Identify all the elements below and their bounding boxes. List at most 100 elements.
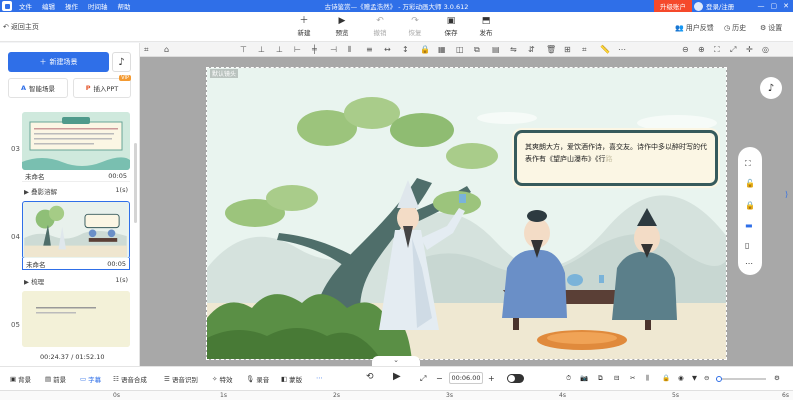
unlock-icon[interactable]: 🔒 xyxy=(745,201,755,210)
flip-icon[interactable]: ⇋ xyxy=(510,45,517,54)
align-bottom-icon[interactable]: ⊥ xyxy=(276,45,283,54)
time-input[interactable]: 00:06.00 xyxy=(449,372,483,384)
toggle-switch[interactable] xyxy=(507,374,524,383)
subtitle-button[interactable]: ▭ 字幕 xyxy=(80,374,101,384)
menu-timeline[interactable]: 时间轴 xyxy=(88,1,108,11)
gear-icon[interactable]: ⚙ xyxy=(774,374,780,382)
effects-button[interactable]: ✧ 特效 xyxy=(212,374,232,384)
home-icon[interactable]: ⌂ xyxy=(164,45,169,54)
menu-operate[interactable]: 操作 xyxy=(65,1,78,11)
tts-button[interactable]: ☷ 语音合成 xyxy=(113,374,147,384)
ruler-icon[interactable]: 📏 xyxy=(600,45,610,54)
fit-screen-icon[interactable]: ⛶ xyxy=(714,45,720,55)
group-icon[interactable]: ▦ xyxy=(438,45,446,54)
clock-icon[interactable]: ⏱ xyxy=(566,374,571,383)
fit-icon[interactable]: ⛶ xyxy=(745,159,751,169)
copy-icon[interactable]: ⧉ xyxy=(474,45,480,55)
login-button[interactable]: 登录/注册 xyxy=(694,0,734,12)
background-button[interactable]: ▣ 背景 xyxy=(10,374,31,384)
smart-scene-button[interactable]: A 智能场景 xyxy=(8,78,68,98)
lock-icon[interactable]: 🔒 xyxy=(420,45,430,54)
asr-button[interactable]: ☰ 语音识别 xyxy=(164,374,198,384)
panel-toggle-icon[interactable]: ⟩ xyxy=(785,190,788,199)
save-button[interactable]: ▣ 保存 xyxy=(438,15,464,37)
scene-thumbnail-03[interactable] xyxy=(22,112,130,170)
split-icon[interactable]: ⫼ xyxy=(646,374,649,383)
scene-stage[interactable] xyxy=(206,67,727,360)
plus-icon[interactable]: + xyxy=(488,374,495,383)
camera-icon[interactable]: 📷 xyxy=(580,374,588,382)
snapshot-icon[interactable]: ◎ xyxy=(762,45,769,54)
maximize-icon[interactable]: ▢ xyxy=(771,2,778,10)
more-icon[interactable]: ⋯ xyxy=(618,45,626,54)
delete-icon[interactable]: 🗑 xyxy=(546,45,556,54)
speech-bubble[interactable]: 其爽朗大方，爱饮酒作诗，喜交友。诗作中多以醉时写的代表作有《望庐山瀑布》《行路 xyxy=(514,130,718,186)
zoom-in-icon[interactable]: ⊕ xyxy=(698,45,705,54)
upgrade-button[interactable]: 升级账户 xyxy=(654,0,692,12)
menu-edit[interactable]: 编辑 xyxy=(42,1,55,11)
screen-icon[interactable]: ▬ xyxy=(745,221,753,230)
same-height-icon[interactable]: ↕ xyxy=(402,45,409,54)
foreground-button[interactable]: ▤ 前景 xyxy=(45,374,66,384)
align-top-icon[interactable]: ⊤ xyxy=(240,45,247,54)
preview-button[interactable]: ▶ 预览 xyxy=(329,15,355,37)
lock-icon[interactable]: 🔒 xyxy=(662,374,670,382)
zoom-out-icon[interactable]: ⊖ xyxy=(682,45,689,54)
phone-icon[interactable]: ▯ xyxy=(745,241,749,250)
history-button[interactable]: ◷ 历史 xyxy=(724,23,746,33)
rewind-icon[interactable]: ⟲ xyxy=(366,372,374,382)
crop-icon[interactable]: ⌗ xyxy=(582,45,587,55)
redo-button[interactable]: ↷ 恢复 xyxy=(402,15,428,37)
expand-icon[interactable]: ⤢ xyxy=(420,374,426,384)
transition-item[interactable]: ▶ 梳理 1(s) xyxy=(24,276,128,286)
align-right-icon[interactable]: ⊣ xyxy=(330,45,337,54)
import-ppt-button[interactable]: P 插入PPT VIP xyxy=(73,75,131,98)
record-button[interactable]: 🎙 录音 xyxy=(246,374,269,384)
crosshair-icon[interactable]: ✛ xyxy=(746,45,753,54)
distribute-h-icon[interactable]: ⫴ xyxy=(348,45,351,55)
publish-button[interactable]: ⬒ 发布 xyxy=(473,15,499,37)
zoom-out-icon[interactable]: ⊖ xyxy=(704,374,709,382)
align-center-icon[interactable]: ╪ xyxy=(312,45,317,54)
scene-thumbnail-04[interactable] xyxy=(22,201,130,259)
minus-icon[interactable]: − xyxy=(436,374,443,383)
back-home-button[interactable]: ↶ 返回主页 xyxy=(3,22,39,32)
close-icon[interactable]: ✕ xyxy=(783,2,789,10)
minimize-icon[interactable]: — xyxy=(758,2,765,10)
paste-icon[interactable]: ▤ xyxy=(492,45,500,54)
align-left-icon[interactable]: ⊢ xyxy=(294,45,301,54)
frame-icon[interactable]: ⌗ xyxy=(144,45,149,55)
feedback-button[interactable]: 👥 用户反馈 xyxy=(675,23,714,33)
play-icon[interactable]: ▶ xyxy=(393,371,401,382)
more-icon[interactable]: ⋯ xyxy=(316,374,323,382)
align-middle-icon[interactable]: ⊥ xyxy=(258,45,265,54)
more-icon[interactable]: ⋯ xyxy=(745,259,753,268)
menu-file[interactable]: 文件 xyxy=(19,1,32,11)
align-icon[interactable]: ⊟ xyxy=(614,374,619,382)
layer-icon[interactable]: ◫ xyxy=(456,45,464,54)
undo-button[interactable]: ↶ 撤销 xyxy=(367,15,393,37)
scene-thumbnail-05[interactable] xyxy=(22,291,130,347)
menu-help[interactable]: 帮助 xyxy=(118,1,131,11)
new-scene-button[interactable]: ＋ 新建场景 xyxy=(8,52,109,72)
mirror-icon[interactable]: ⇵ xyxy=(528,45,535,54)
cut-icon[interactable]: ✂ xyxy=(630,374,635,382)
filter-icon[interactable]: ▼ xyxy=(692,374,697,382)
settings-button[interactable]: ⚙ 设置 xyxy=(760,23,782,33)
slider-knob[interactable] xyxy=(716,376,722,382)
lock-icon[interactable]: 🔓 xyxy=(745,179,755,188)
copy-icon[interactable]: ⧉ xyxy=(598,374,603,383)
timeline-ruler[interactable]: 0s 1s 2s 3s 4s 5s 6s xyxy=(0,390,793,400)
new-button[interactable]: ＋ 新建 xyxy=(291,15,317,37)
distribute-v-icon[interactable]: ≡ xyxy=(366,45,373,54)
collapse-timeline-button[interactable]: ⌄ xyxy=(372,356,420,366)
mask-button[interactable]: ◧ 蒙版 xyxy=(281,374,302,384)
grid-icon[interactable]: ⊞ xyxy=(564,45,571,54)
music-note-icon[interactable]: ♪ xyxy=(760,77,782,99)
same-width-icon[interactable]: ↔ xyxy=(384,45,391,54)
scene-scrollbar[interactable] xyxy=(134,143,137,223)
transition-item[interactable]: ▶ 叠影溶解 1(s) xyxy=(24,186,128,196)
eye-icon[interactable]: ◉ xyxy=(678,374,684,382)
music-note-icon[interactable]: ♪ xyxy=(112,52,131,72)
zoom-slider[interactable] xyxy=(716,376,766,382)
